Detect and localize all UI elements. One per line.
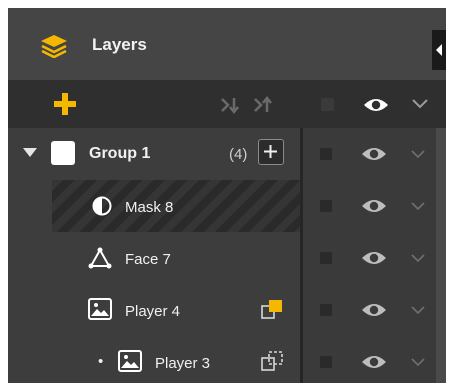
scrollbar[interactable]: [436, 128, 446, 383]
select-all-checkbox[interactable]: [321, 98, 334, 111]
chevron-down-icon: [411, 150, 425, 159]
list-item[interactable]: Mask 8: [8, 180, 300, 232]
layer-controls: [303, 284, 436, 336]
layer-name: Player 3: [155, 355, 211, 372]
move-down-icon: [221, 98, 239, 115]
visibility-toggle[interactable]: [361, 353, 387, 371]
collapse-panel-button[interactable]: [432, 30, 446, 70]
mask-icon: [92, 196, 112, 216]
image-icon: [118, 350, 142, 372]
chevron-down-icon: [412, 99, 428, 109]
image-icon: [88, 298, 112, 320]
top-strip: [0, 0, 454, 8]
plus-icon: [264, 145, 277, 158]
list-item[interactable]: Player 4: [8, 284, 300, 336]
layers-toolbar: [8, 81, 446, 128]
add-layer-button[interactable]: [54, 93, 76, 115]
layer-name: Player 4: [125, 303, 181, 320]
list-item[interactable]: Group 1 (4): [8, 128, 300, 180]
layer-expand-button[interactable]: [410, 199, 426, 211]
linked-layer-icon[interactable]: [260, 297, 284, 321]
unlinked-layer-icon[interactable]: [260, 349, 284, 373]
move-down-button[interactable]: [220, 95, 242, 115]
eye-icon: [362, 304, 386, 316]
layer-expand-button[interactable]: [410, 303, 426, 315]
toggle-all-visibility-button[interactable]: [363, 96, 389, 114]
layer-name: Mask 8: [125, 199, 174, 216]
layer-name: Group 1: [89, 145, 151, 162]
layer-checkbox[interactable]: [320, 148, 332, 160]
chevron-down-icon: [411, 306, 425, 315]
layer-expand-button[interactable]: [410, 251, 426, 263]
move-up-button[interactable]: [253, 95, 275, 115]
visibility-toggle[interactable]: [361, 145, 387, 163]
eye-icon: [362, 252, 386, 264]
eye-icon: [362, 356, 386, 368]
plus-icon: [54, 93, 76, 115]
layer-checkbox[interactable]: [320, 200, 332, 212]
group-count: (4): [229, 146, 248, 163]
layers-icon: [40, 34, 68, 59]
list-item[interactable]: Face 7: [8, 232, 300, 284]
panel-header: Layers: [8, 8, 446, 81]
move-up-icon: [254, 95, 272, 112]
layer-controls: [303, 232, 436, 284]
layer-name: Face 7: [125, 251, 171, 268]
layer-controls: [303, 180, 436, 232]
eye-icon: [362, 148, 386, 160]
caret-left-icon: [436, 44, 442, 56]
layer-controls: [303, 128, 436, 180]
chevron-down-icon: [411, 358, 425, 367]
add-to-group-button[interactable]: [258, 139, 284, 165]
face-mesh-icon: [88, 247, 112, 269]
layer-checkbox[interactable]: [320, 304, 332, 316]
layer-list: Group 1 (4) Mask 8 Face 7 Player 4 • Pla…: [8, 128, 446, 383]
chevron-down-icon: [411, 202, 425, 211]
layer-checkbox[interactable]: [320, 252, 332, 264]
eye-icon: [364, 99, 388, 111]
child-bullet: •: [98, 353, 104, 370]
visibility-toggle[interactable]: [361, 301, 387, 319]
toolbar-expand-button[interactable]: [411, 97, 429, 111]
layer-controls: [303, 336, 436, 388]
layer-expand-button[interactable]: [410, 147, 426, 159]
list-item[interactable]: • Player 3: [8, 336, 300, 388]
layers-panel: Layers Group 1 (4) Mask 8 Face 7 Player …: [0, 0, 454, 383]
panel-title: Layers: [92, 35, 147, 54]
layer-expand-button[interactable]: [410, 355, 426, 367]
chevron-down-icon: [411, 254, 425, 263]
group-color-swatch[interactable]: [51, 141, 75, 165]
visibility-toggle[interactable]: [361, 249, 387, 267]
eye-icon: [362, 200, 386, 212]
visibility-toggle[interactable]: [361, 197, 387, 215]
caret-down-icon[interactable]: [23, 148, 37, 158]
layer-checkbox[interactable]: [320, 356, 332, 368]
